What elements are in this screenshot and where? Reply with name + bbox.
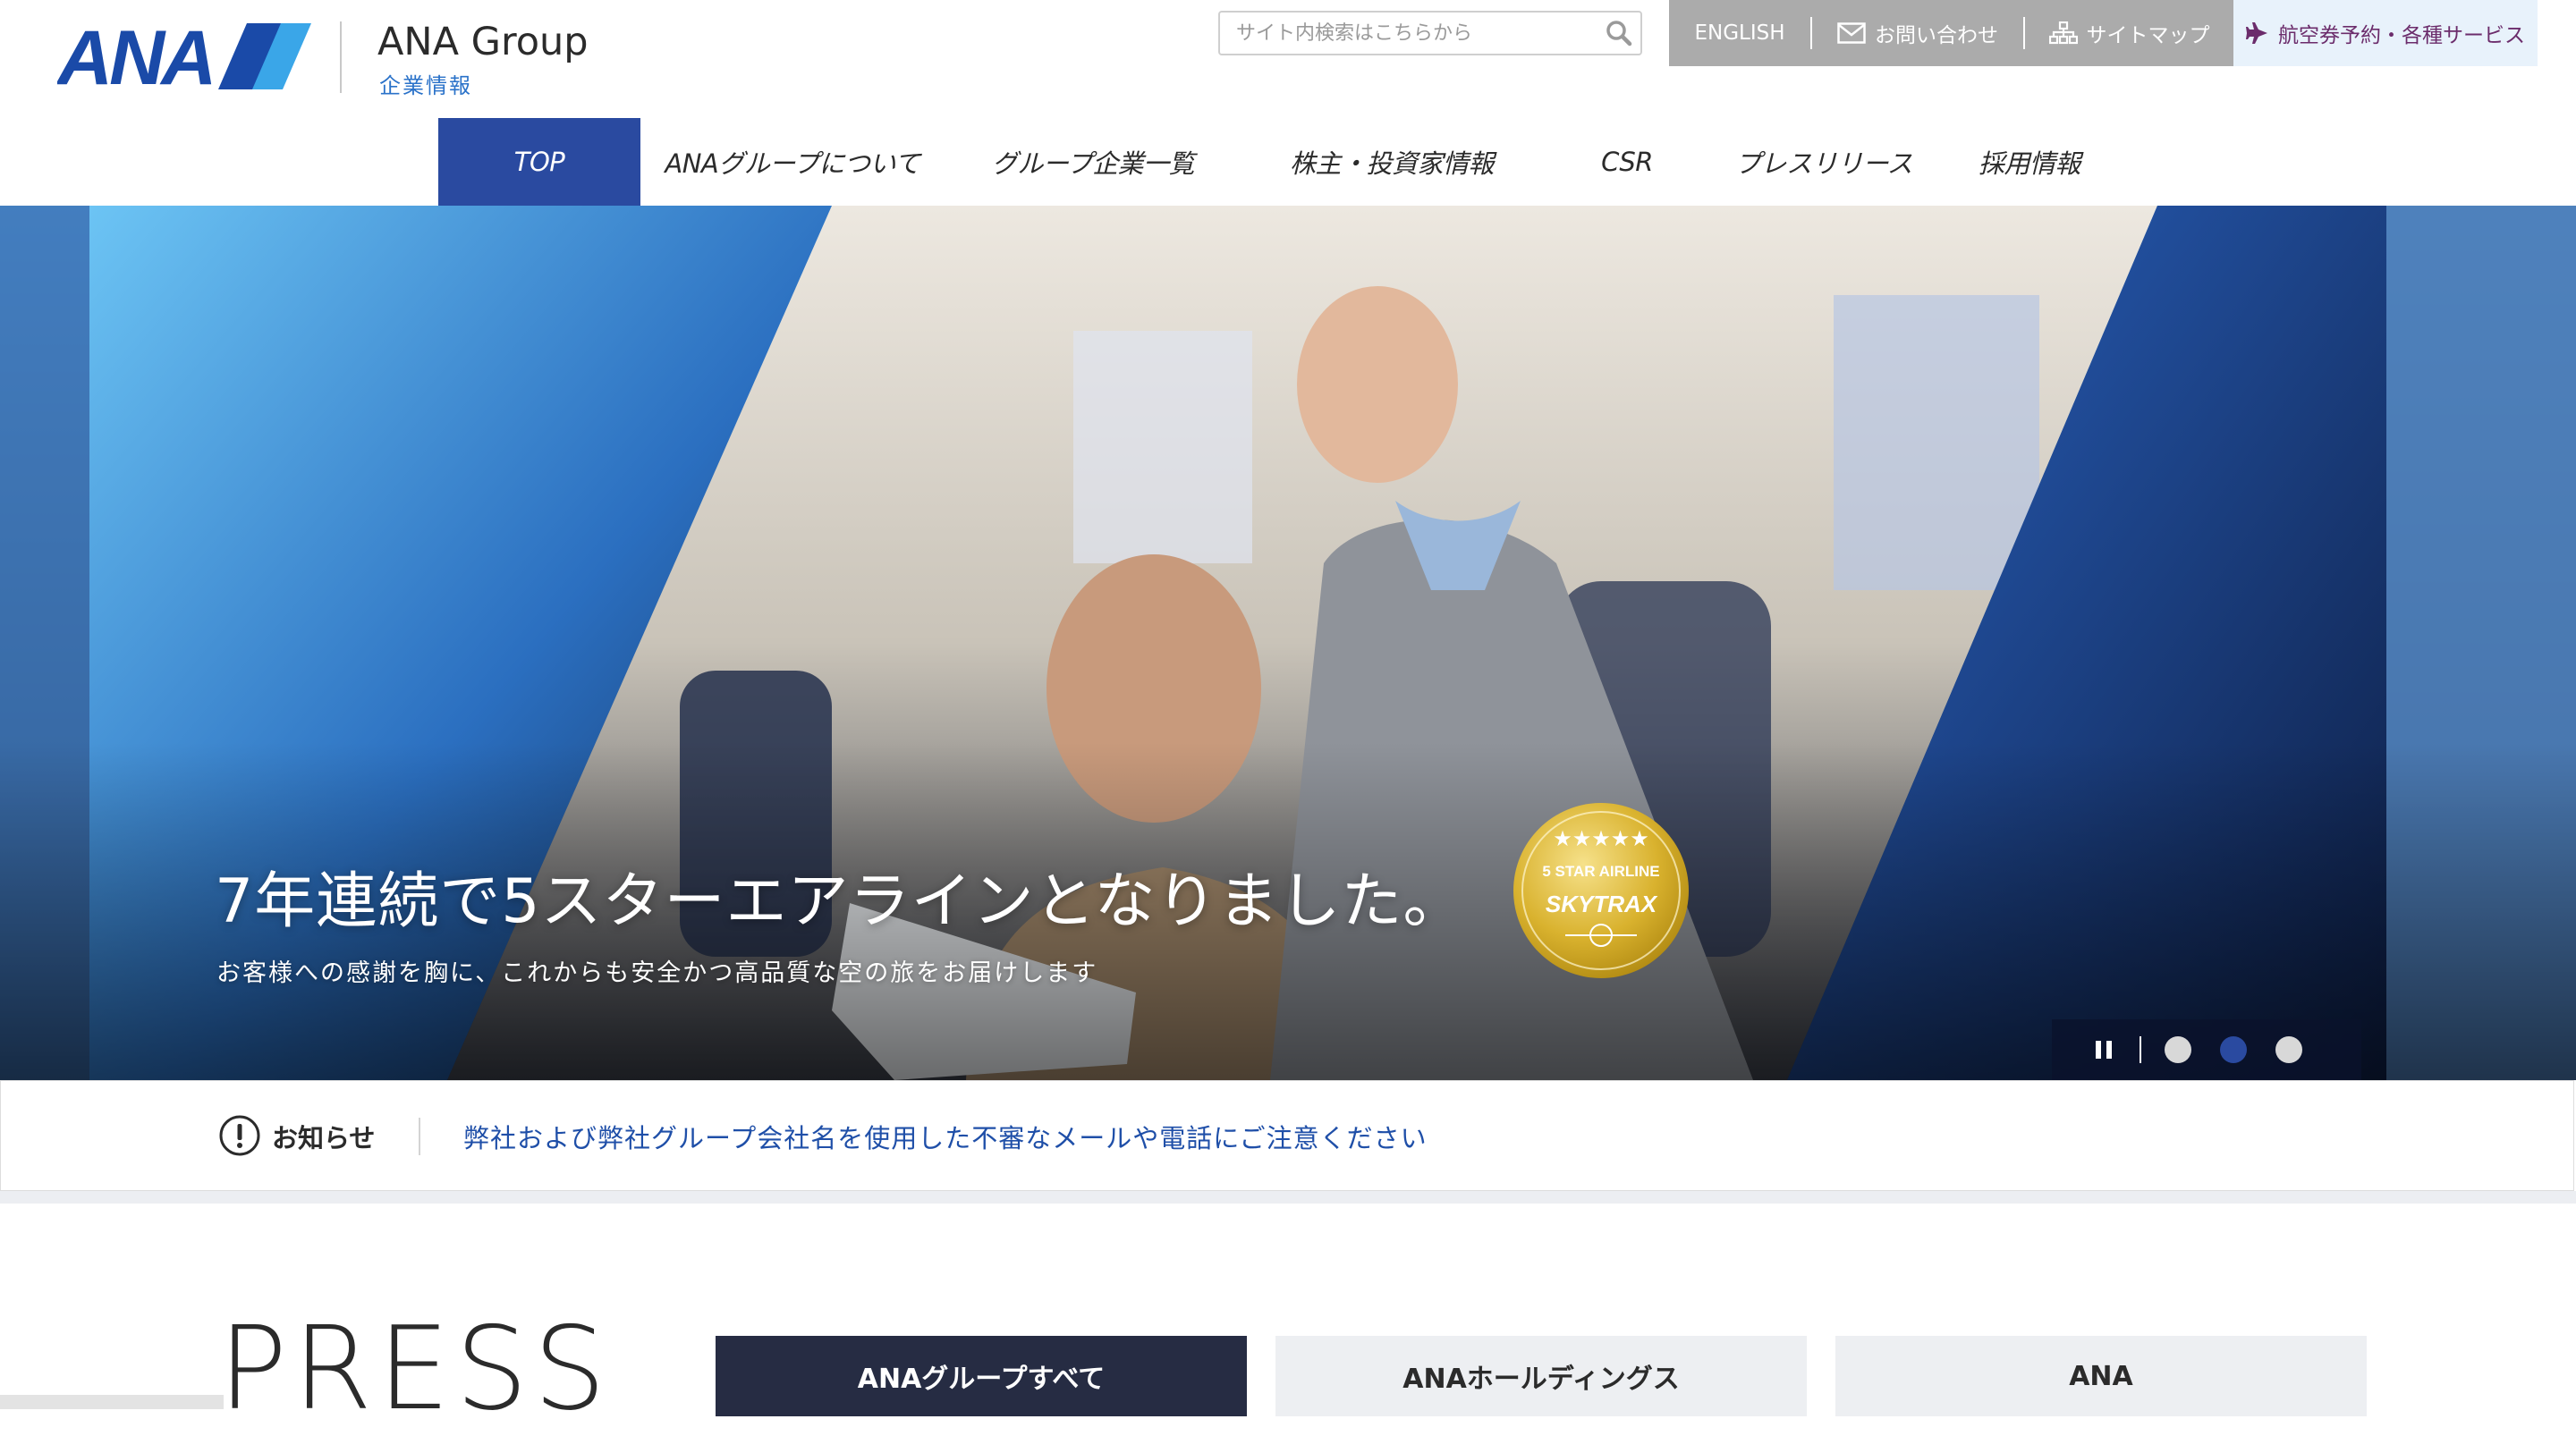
group-subtitle[interactable]: 企業情報 xyxy=(379,68,472,99)
hero-subtitle: お客様への感謝を胸に、これからも安全かつ高品質な空の旅をお届けします xyxy=(216,959,1098,987)
mail-icon xyxy=(1837,22,1866,44)
ana-logo-text: ANA xyxy=(57,23,213,89)
star-rating-icon: ★★★★★ xyxy=(1553,826,1649,851)
pause-icon xyxy=(2096,1041,2112,1059)
sitemap-icon xyxy=(2048,21,2078,45)
utility-bar: ENGLISH お問い合わせ サイトマップ xyxy=(1669,0,2233,66)
nav-tab-careers[interactable]: 採用情報 xyxy=(1936,118,2123,206)
sitemap-link[interactable]: サイトマップ xyxy=(2025,0,2233,66)
slider-controls xyxy=(2052,1019,2361,1080)
search-icon xyxy=(1606,21,1632,46)
notice-link[interactable]: 弊社および弊社グループ会社名を使用した不審なメールや電話にご注意ください xyxy=(463,1118,1428,1155)
booking-link-label: 航空券予約・各種サービス xyxy=(2278,24,2525,47)
booking-link[interactable]: 航空券予約・各種サービス xyxy=(2233,0,2538,66)
logo-divider xyxy=(340,21,342,93)
slide-dot[interactable] xyxy=(2275,1036,2302,1063)
hero-carousel[interactable] xyxy=(0,206,2576,1080)
alert-icon xyxy=(219,1115,260,1156)
notice-divider xyxy=(419,1118,420,1155)
slide-dot-active[interactable] xyxy=(2220,1036,2247,1063)
press-tab-label: ANAグループすべて xyxy=(857,1364,1106,1395)
nav-tab-label: グループ企業一覧 xyxy=(991,148,1195,179)
hero-title[interactable]: 7年連続で5スターエアラインとなりました。 xyxy=(215,851,1465,940)
press-tab-all[interactable]: ANAグループすべて xyxy=(716,1336,1247,1416)
contact-link-label: お問い合わせ xyxy=(1875,24,1998,47)
press-tab-label: ANAホールディングス xyxy=(1402,1364,1680,1395)
press-tab-holdings[interactable]: ANAホールディングス xyxy=(1275,1336,1807,1416)
nav-tab-label: 採用情報 xyxy=(1978,148,2081,179)
nav-tab-about[interactable]: ANAグループについて xyxy=(640,118,945,206)
notice-label: お知らせ xyxy=(272,1123,376,1153)
horizontal-scrollbar[interactable] xyxy=(0,1395,224,1409)
nav-tab-label: プレスリリース xyxy=(1734,148,1913,179)
press-tab-ana[interactable]: ANA xyxy=(1835,1336,2367,1416)
press-heading: PRESS xyxy=(218,1303,612,1436)
slide-dot[interactable] xyxy=(2165,1036,2191,1063)
airplane-icon xyxy=(2246,22,2267,44)
nav-tab-press[interactable]: プレスリリース xyxy=(1712,118,1936,206)
press-tabs: ANAグループすべて ANAホールディングス ANA xyxy=(716,1336,2367,1416)
search-button[interactable] xyxy=(1597,13,1640,54)
slider-separator xyxy=(2140,1036,2141,1063)
ana-logo[interactable]: ANA xyxy=(57,23,311,89)
nav-tab-label: TOP xyxy=(513,147,565,177)
nav-tab-csr[interactable]: CSR xyxy=(1542,118,1712,206)
contact-link[interactable]: お問い合わせ xyxy=(1812,0,2023,66)
sitemap-link-label: サイトマップ xyxy=(2086,24,2210,47)
english-link[interactable]: ENGLISH xyxy=(1669,0,1810,66)
nav-tab-investors[interactable]: 株主・投資家情報 xyxy=(1241,118,1542,206)
nav-tab-label: ANAグループについて xyxy=(665,148,920,179)
nav-tab-label: CSR xyxy=(1601,147,1653,177)
nav-tab-top[interactable]: TOP xyxy=(438,118,640,206)
site-search xyxy=(1218,11,1642,55)
pause-button[interactable] xyxy=(2077,1019,2131,1080)
skytrax-award-badge: ★★★★★ 5 STAR AIRLINE SKYTRAX xyxy=(1513,803,1689,978)
badge-brand: SKYTRAX xyxy=(1546,891,1658,917)
section-separator xyxy=(0,1191,2576,1204)
nav-tab-companies[interactable]: グループ企業一覧 xyxy=(945,118,1241,206)
search-input[interactable] xyxy=(1220,15,1597,51)
badge-top-text: 5 STAR AIRLINE xyxy=(1542,863,1659,880)
group-title[interactable]: ANA Group xyxy=(377,20,589,64)
nav-tab-label: 株主・投資家情報 xyxy=(1289,148,1495,179)
press-tab-label: ANA xyxy=(2069,1360,2133,1392)
hero-image xyxy=(0,206,2576,1080)
english-link-label: ENGLISH xyxy=(1694,21,1785,45)
main-nav: TOP ANAグループについて グループ企業一覧 株主・投資家情報 CSR プレ… xyxy=(438,118,2123,206)
